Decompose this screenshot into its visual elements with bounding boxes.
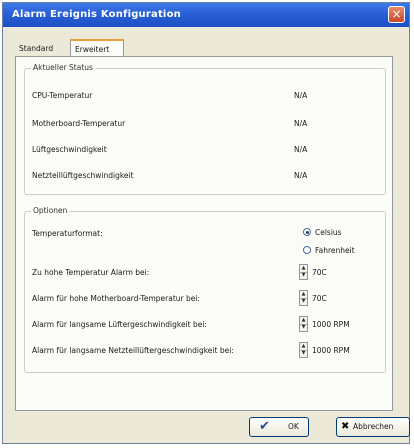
tab-panel-erweitert: Aktueller Status CPU-Temperatur N/A Moth… bbox=[15, 56, 393, 411]
ok-button-label: OK bbox=[288, 422, 299, 431]
psu-fan-speed-label: Netzteillüftgeschwindigkeit bbox=[32, 171, 134, 180]
window-title: Alarm Ereignis Konfiguration bbox=[12, 9, 181, 20]
high-temp-stepper[interactable]: ▲ ▼ bbox=[299, 264, 308, 280]
high-mb-temp-value: 70C bbox=[312, 294, 327, 303]
stepper-down-icon[interactable]: ▼ bbox=[300, 350, 307, 357]
celsius-label[interactable]: Celsius bbox=[315, 228, 342, 237]
high-mb-temp-stepper[interactable]: ▲ ▼ bbox=[299, 290, 308, 306]
slow-psu-fan-alarm-label: Alarm für langsame Netzteillüftergeschwi… bbox=[32, 346, 234, 355]
options-group: Optionen Temperaturformat: Celsius Fahre… bbox=[24, 206, 386, 373]
temp-format-label: Temperaturformat: bbox=[32, 229, 103, 238]
slow-psu-fan-value: 1000 RPM bbox=[312, 346, 350, 355]
options-group-legend: Optionen bbox=[31, 206, 70, 215]
title-bar[interactable]: Alarm Ereignis Konfiguration × bbox=[3, 3, 409, 27]
high-temp-alarm-label: Zu hohe Temperatur Alarm bei: bbox=[32, 268, 150, 277]
cancel-button-label: Abbrechen bbox=[353, 422, 394, 431]
alarm-config-dialog: Alarm Ereignis Konfiguration × Standard … bbox=[2, 2, 410, 444]
tab-erweitert[interactable]: Erweitert bbox=[70, 39, 124, 56]
close-icon: × bbox=[391, 7, 402, 21]
tab-standard[interactable]: Standard bbox=[15, 42, 78, 56]
motherboard-temp-value: N/A bbox=[294, 119, 308, 128]
cpu-temp-label: CPU-Temperatur bbox=[32, 91, 93, 100]
stepper-down-icon[interactable]: ▼ bbox=[300, 298, 307, 305]
high-mb-temp-alarm-label: Alarm für hohe Motherboard-Temperatur be… bbox=[32, 294, 200, 303]
psu-fan-speed-value: N/A bbox=[294, 171, 308, 180]
motherboard-temp-label: Motherboard-Temperatur bbox=[32, 119, 126, 128]
fahrenheit-radio[interactable] bbox=[303, 246, 311, 254]
ok-button[interactable]: ✔ OK bbox=[249, 417, 309, 437]
cross-icon: ✖ bbox=[341, 421, 350, 432]
checkmark-icon: ✔ bbox=[259, 419, 270, 434]
cpu-temp-value: N/A bbox=[294, 91, 308, 100]
status-group: Aktueller Status CPU-Temperatur N/A Moth… bbox=[24, 63, 386, 195]
cancel-button[interactable]: ✖ Abbrechen bbox=[336, 417, 410, 437]
slow-fan-value: 1000 RPM bbox=[312, 320, 350, 329]
high-temp-value: 70C bbox=[312, 268, 327, 277]
stepper-down-icon[interactable]: ▼ bbox=[300, 324, 307, 331]
close-button[interactable]: × bbox=[388, 6, 405, 23]
celsius-radio[interactable] bbox=[303, 228, 311, 236]
fan-speed-value: N/A bbox=[294, 145, 308, 154]
slow-psu-fan-stepper[interactable]: ▲ ▼ bbox=[299, 342, 308, 358]
slow-fan-stepper[interactable]: ▲ ▼ bbox=[299, 316, 308, 332]
fahrenheit-label[interactable]: Fahrenheit bbox=[315, 246, 355, 255]
status-group-legend: Aktueller Status bbox=[31, 63, 95, 72]
slow-fan-alarm-label: Alarm für langsame Lüftergeschwindigkeit… bbox=[32, 320, 207, 329]
stepper-down-icon[interactable]: ▼ bbox=[300, 272, 307, 279]
fan-speed-label: Lüftgeschwindigkeit bbox=[32, 145, 107, 154]
